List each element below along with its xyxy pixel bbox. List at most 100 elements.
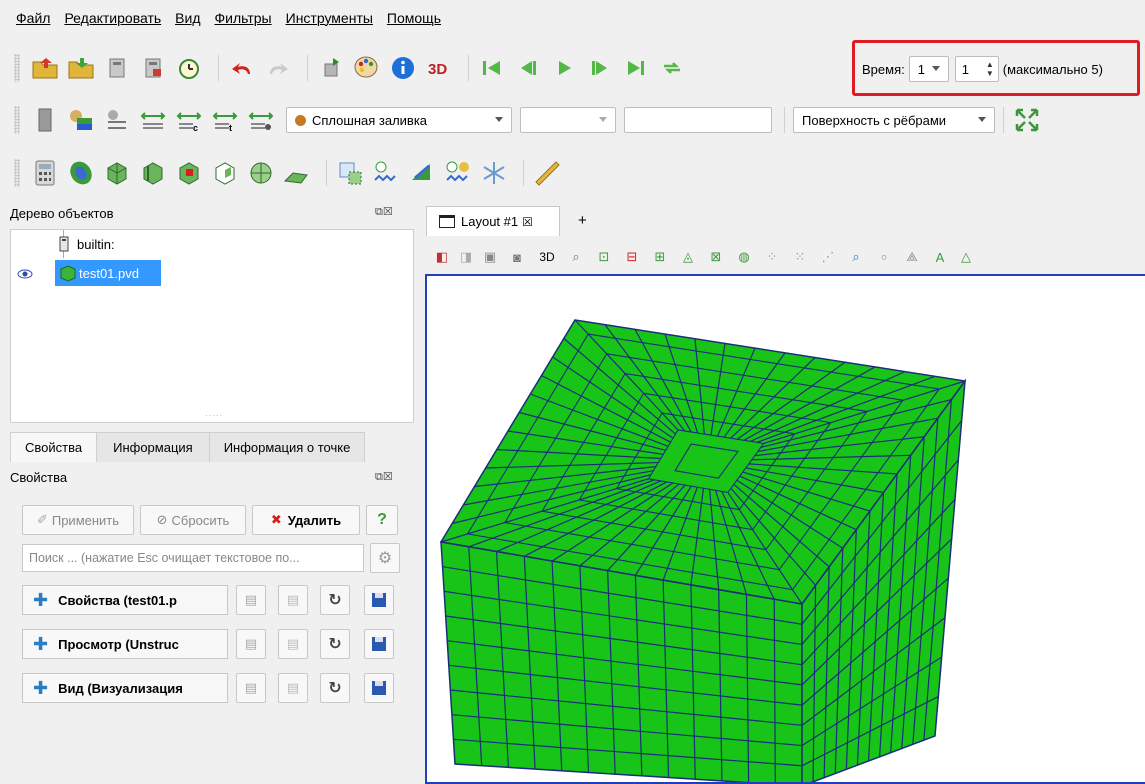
tab-information[interactable]: Информация [96,432,210,462]
camera-icon[interactable]: ◙ [502,250,532,265]
timer-icon[interactable] [174,53,204,83]
representation-select[interactable]: Поверхность с рёбрами [793,107,995,133]
gear-icon[interactable]: ⚙ [370,543,400,573]
component-select[interactable] [520,107,616,133]
apply-button[interactable]: ✐ Применить [22,505,134,535]
stream-tracer-icon[interactable] [282,158,312,188]
menu-view[interactable]: Вид [175,10,200,26]
eye-icon[interactable] [17,268,33,283]
hover-cells-icon[interactable]: ⁙ [786,249,814,265]
time-combo[interactable]: 1 [908,56,949,82]
maximize-icon[interactable]: ▣ [478,249,502,265]
next-frame-icon[interactable] [585,53,615,83]
menu-filters[interactable]: Фильтры [215,10,272,26]
add-layout-button[interactable]: + [578,212,587,229]
select-block-icon[interactable]: ⊠ [702,249,730,265]
splitter-handle[interactable]: ····· [205,411,223,420]
rescale-custom-icon[interactable]: c [174,105,204,135]
extract-subset-icon[interactable] [210,158,240,188]
camera-undo-icon[interactable] [316,53,346,83]
refresh-icon[interactable]: ↻ [320,629,350,659]
paste-icon[interactable]: ▤ [278,585,308,615]
menu-edit[interactable]: Редактировать [64,10,161,26]
split-vertical-icon[interactable]: ◨ [454,249,478,265]
coloring-select[interactable]: Сплошная заливка [286,107,512,133]
font-icon[interactable]: △ [954,249,978,265]
copy-icon[interactable]: ▤ [236,673,266,703]
glyph-icon[interactable] [246,158,276,188]
menu-help[interactable]: Помощь [387,10,441,26]
last-frame-icon[interactable] [621,53,651,83]
edit-colormap-icon[interactable] [66,105,96,135]
select-points-icon[interactable]: ⊟ [618,249,646,265]
clear-selection-icon[interactable]: ⸰ [870,248,898,266]
time-spinbox[interactable]: 1 ▲ ▼ [954,56,999,82]
toggle-labels-icon[interactable]: ⟁ [898,249,926,265]
save-state-folder-icon[interactable] [66,53,96,83]
reset-button[interactable]: ⊘ Сбросить [140,505,246,535]
capture-icon[interactable]: ⌕ [562,249,590,265]
search-input[interactable]: Поиск ... (нажатие Esc очищает текстовое… [22,544,364,572]
paste-icon[interactable]: ▤ [278,673,308,703]
plot-over-line-icon[interactable] [371,158,401,188]
refresh-icon[interactable]: ↻ [320,585,350,615]
select-cells-icon[interactable]: ⊡ [590,249,618,265]
save-icon[interactable] [364,673,394,703]
interactive-select-icon[interactable]: ◍ [730,249,758,265]
first-frame-icon[interactable] [477,53,507,83]
rescale-range-icon[interactable] [138,105,168,135]
tab-layout-1[interactable]: Layout #1 ☒ [426,206,560,236]
color-legend-icon[interactable] [30,105,60,135]
loop-icon[interactable] [657,53,687,83]
section-properties[interactable]: ✚ Свойства (test01.p [22,585,228,615]
render-view[interactable] [425,274,1145,784]
threshold-icon[interactable] [174,158,204,188]
select-frustum-icon[interactable]: ⊞ [646,249,674,265]
undo-icon[interactable] [227,53,257,83]
previous-frame-icon[interactable] [513,53,543,83]
extract-selection-icon[interactable] [335,158,365,188]
save-icon[interactable] [364,629,394,659]
clip-icon[interactable] [102,158,132,188]
pipeline-root[interactable]: builtin: [59,236,115,252]
histogram-icon[interactable] [443,158,473,188]
3d-glasses-icon[interactable]: 3D [424,53,454,83]
copy-icon[interactable]: ▤ [236,629,266,659]
calculator-icon[interactable] [30,158,60,188]
grow-selection-icon[interactable]: ⋰ [814,249,842,265]
select-polygon-icon[interactable]: ◬ [674,249,702,265]
hover-points-icon[interactable]: ⁘ [758,249,786,265]
toolbar-grip[interactable] [14,106,20,134]
open-folder-icon[interactable] [30,53,60,83]
tab-properties[interactable]: Свойства [10,432,98,462]
snowflake-icon[interactable] [479,158,509,188]
contour-icon[interactable] [66,158,96,188]
info-icon[interactable] [388,53,418,83]
help-button[interactable]: ? [366,505,398,535]
tab-point-info[interactable]: Информация о точке [208,432,366,462]
reset-range-icon[interactable] [102,105,132,135]
refresh-icon[interactable]: ↻ [320,673,350,703]
delete-button[interactable]: ✖ Удалить [252,505,360,535]
toolbar-grip[interactable] [14,54,20,82]
panel-float-close-icons[interactable]: ⧉☒ [375,205,393,219]
edit-labels-icon[interactable]: A [926,250,954,265]
save-icon[interactable] [364,585,394,615]
pipeline-item-test01[interactable]: test01.pvd [55,260,161,286]
empty-field[interactable] [624,107,772,133]
plot-data-icon[interactable] [407,158,437,188]
close-icon[interactable]: ☒ [522,215,533,229]
shrink-selection-icon[interactable]: ⌕ [842,249,870,265]
rescale-visible-icon[interactable] [246,105,276,135]
connect-icon[interactable] [102,53,132,83]
menu-file[interactable]: Файл [16,10,50,26]
copy-icon[interactable]: ▤ [236,585,266,615]
toolbar-grip[interactable] [14,159,20,187]
section-view[interactable]: ✚ Вид (Визуализация [22,673,228,703]
view-3d-toggle[interactable]: 3D [532,250,562,264]
menu-tools[interactable]: Инструменты [286,10,373,26]
disconnect-icon[interactable] [138,53,168,83]
play-icon[interactable] [549,53,579,83]
panel-float-close-icons[interactable]: ⧉☒ [375,470,393,484]
split-horizontal-icon[interactable]: ◧ [430,249,454,265]
